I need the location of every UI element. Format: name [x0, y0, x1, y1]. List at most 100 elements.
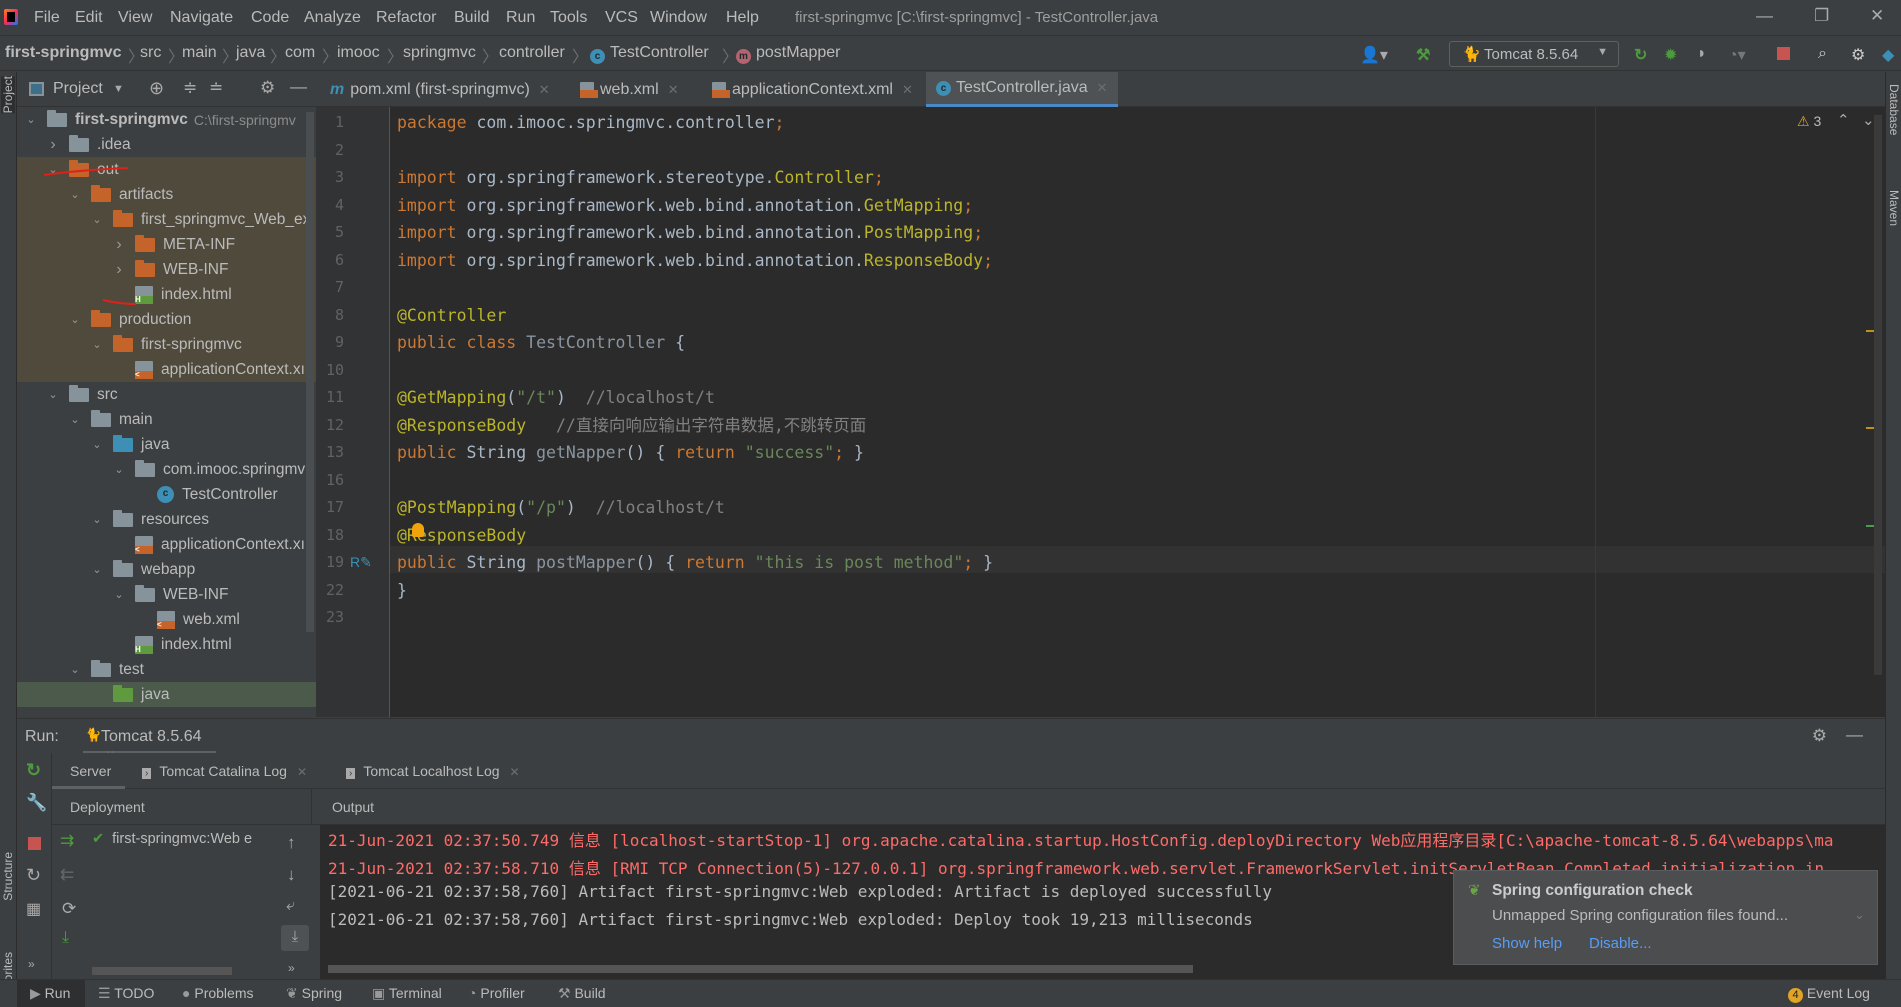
menu-run[interactable]: Run [506, 9, 535, 27]
tree-item[interactable]: < web.xml [17, 607, 316, 632]
stop-icon[interactable] [1777, 47, 1790, 60]
chevron-down-icon[interactable]: ▼ [113, 83, 124, 95]
horizontal-scrollbar[interactable] [92, 967, 232, 975]
warning-count-indicator[interactable]: ⚠ 3 [1797, 113, 1821, 130]
update-icon[interactable]: ↻ [26, 865, 41, 886]
project-view-selector[interactable]: Project [53, 80, 103, 98]
close-tab-icon[interactable]: ✕ [1097, 80, 1108, 96]
breadcrumb-src[interactable]: src [140, 44, 161, 62]
tree-item[interactable]: < applicationContext.xı [17, 357, 316, 382]
run-tool-button[interactable]: ▶ Run [30, 985, 70, 1002]
tab-applicationcontext-xml[interactable]: applicationContext.xml ✕ [702, 72, 923, 107]
breadcrumb-java[interactable]: java [236, 44, 265, 62]
implemented-marker-icon[interactable]: R✎ [350, 554, 372, 571]
spring-tool-button[interactable]: ❦ Spring [286, 985, 342, 1002]
menu-vcs[interactable]: VCS [605, 9, 638, 27]
tab-web-xml[interactable]: web.xml ✕ [570, 72, 689, 107]
scroll-to-end-icon[interactable]: ⤓ [281, 925, 309, 951]
stop-icon[interactable] [28, 837, 41, 850]
more-icon[interactable]: » [288, 961, 295, 975]
close-tab-icon[interactable]: ✕ [668, 82, 679, 98]
structure-tool-button[interactable]: Structure [1, 852, 15, 901]
tree-item[interactable]: < applicationContext.xı [17, 532, 316, 557]
breadcrumb-testcontroller[interactable]: c TestController [590, 44, 709, 64]
deploy-icon[interactable]: ⇉ [60, 831, 74, 851]
breadcrumb-com[interactable]: com [285, 44, 315, 62]
subtab-localhost-log[interactable]: › Tomcat Localhost Log ✕ [346, 763, 520, 779]
breadcrumb-project[interactable]: first-springmvc [5, 44, 121, 62]
hide-panel-icon[interactable]: — [290, 77, 307, 97]
menu-window[interactable]: Window [650, 9, 707, 27]
breadcrumb-controller[interactable]: controller [499, 44, 565, 62]
intention-bulb-icon[interactable] [412, 523, 424, 537]
search-icon[interactable]: ⌕ [1818, 45, 1827, 63]
editor-scrollbar[interactable] [1874, 115, 1882, 675]
chevron-down-icon[interactable]: ⌄ [69, 413, 81, 426]
tree-item[interactable]: Hindex.html [17, 632, 316, 657]
run-tab-tomcat[interactable]: 🐈 Tomcat 8.5.64 ✕ [83, 719, 216, 762]
coverage-icon[interactable]: ◗ [1697, 45, 1707, 63]
subtab-server[interactable]: Server [52, 753, 125, 789]
menu-file[interactable]: File [34, 9, 60, 27]
breadcrumb-imooc[interactable]: imooc [337, 44, 380, 62]
terminal-tool-button[interactable]: ▣ Terminal [372, 985, 442, 1002]
collapse-all-icon[interactable]: ≐ [209, 78, 223, 98]
chevron-down-icon[interactable]: ⌄ [91, 438, 103, 451]
close-tab-icon[interactable]: ✕ [510, 765, 520, 779]
settings-gear-icon[interactable]: ⚙ [1812, 726, 1827, 746]
todo-tool-button[interactable]: ☰ TODO [98, 985, 154, 1002]
tree-item[interactable]: ⌄ test [17, 657, 316, 682]
subtab-catalina-log[interactable]: › Tomcat Catalina Log ✕ [142, 763, 307, 779]
breadcrumb-main[interactable]: main [182, 44, 217, 62]
close-tab-icon[interactable]: ✕ [297, 765, 307, 779]
restore-button[interactable]: ❐ [1814, 6, 1829, 26]
menu-tools[interactable]: Tools [550, 9, 587, 27]
vcs-user-icon[interactable]: 👤▾ [1360, 45, 1388, 65]
maven-tool-button[interactable]: Maven [1887, 190, 1901, 226]
toolbox-icon[interactable]: ◆ [1882, 45, 1894, 65]
settings-gear-icon[interactable]: ⚙ [1851, 45, 1865, 65]
profiler-tool-button[interactable]: ◔ Profiler [468, 985, 525, 1001]
tree-item[interactable]: ⌄ com.imooc.springmv [17, 457, 316, 482]
soft-wrap-icon[interactable]: ⤶ [286, 897, 295, 915]
menu-edit[interactable]: Edit [75, 9, 103, 27]
close-button[interactable]: ✕ [1870, 6, 1884, 26]
menu-analyze[interactable]: Analyze [304, 9, 361, 27]
tab-pom-xml[interactable]: m pom.xml (first-springmvc) ✕ [320, 72, 560, 107]
problems-tool-button[interactable]: ● Problems [182, 985, 254, 1001]
profile-icon[interactable]: ◔▾ [1728, 45, 1746, 65]
tab-testcontroller-java[interactable]: c TestController.java ✕ [926, 72, 1118, 107]
build-hammer-icon[interactable]: ⚒ [1416, 45, 1430, 65]
database-tool-button[interactable]: Database [1887, 84, 1901, 135]
locate-file-icon[interactable]: ⊕ [149, 78, 164, 99]
breadcrumb-springmvc[interactable]: springmvc [403, 44, 476, 62]
expand-all-icon[interactable]: ≑ [183, 78, 197, 98]
event-log-button[interactable]: 4 Event Log [1788, 985, 1870, 1003]
layout-icon[interactable]: ▦ [26, 899, 41, 919]
tree-item[interactable]: ⌄ java [17, 432, 316, 457]
undeploy-icon[interactable]: ⇇ [60, 865, 74, 885]
scroll-up-icon[interactable]: ↑ [287, 833, 296, 853]
close-tab-icon[interactable]: ✕ [902, 82, 913, 98]
wrench-icon[interactable]: 🔧 [26, 793, 47, 813]
tree-item[interactable]: java [17, 682, 316, 707]
tree-item[interactable]: ⌄ WEB-INF [17, 582, 316, 607]
chevron-down-icon[interactable]: ⌄ [91, 513, 103, 526]
disable-link[interactable]: Disable... [1589, 935, 1652, 952]
rerun-icon[interactable]: ↻ [1634, 45, 1647, 65]
debug-icon[interactable]: ✹ [1664, 45, 1677, 65]
tree-item[interactable]: c TestController [17, 482, 316, 507]
scroll-down-icon[interactable]: ↓ [287, 865, 296, 885]
refresh-icon[interactable]: ⟳ [62, 899, 76, 919]
menu-navigate[interactable]: Navigate [170, 9, 233, 27]
tree-item[interactable]: ⌄ webapp [17, 557, 316, 582]
chevron-down-icon[interactable]: ⌄ [47, 388, 59, 401]
build-tool-button[interactable]: ⚒ Build [558, 985, 606, 1002]
breadcrumb-postmapper[interactable]: m postMapper [736, 44, 841, 64]
menu-view[interactable]: View [118, 9, 152, 27]
horizontal-scrollbar[interactable] [328, 965, 1193, 973]
chevron-down-icon[interactable]: ⌄ [113, 463, 125, 476]
show-help-link[interactable]: Show help [1492, 935, 1562, 952]
next-highlight-icon[interactable]: ⌄ [1862, 111, 1875, 129]
more-icon[interactable]: » [28, 957, 35, 971]
